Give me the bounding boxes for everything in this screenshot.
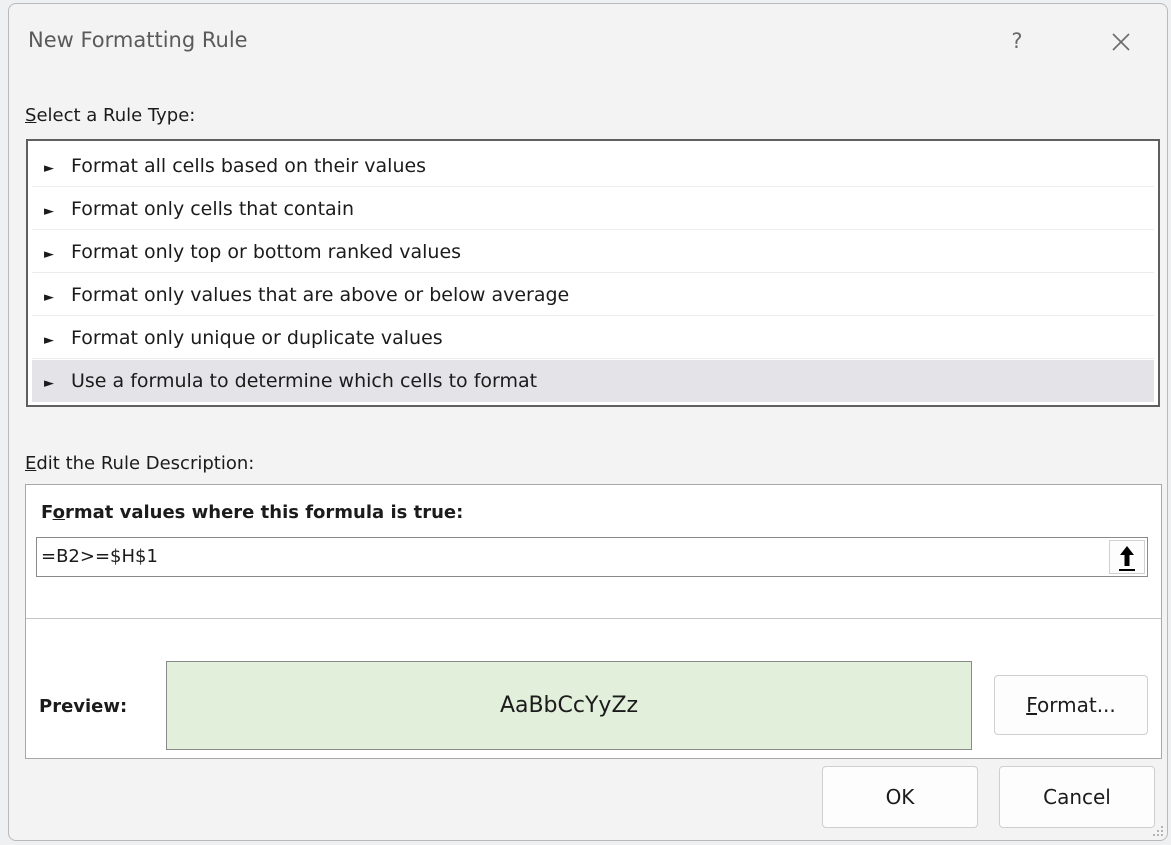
rule-item-above-below-average[interactable]: ► Format only values that are above or be… (32, 274, 1154, 316)
rule-type-list[interactable]: ► Format all cells based on their values … (26, 139, 1160, 407)
rule-item-use-formula[interactable]: ► Use a formula to determine which cells … (32, 360, 1154, 402)
close-button[interactable] (1091, 16, 1147, 66)
arrow-right-icon: ► (44, 204, 54, 219)
rule-item-label: Format only cells that contain (71, 198, 355, 220)
rule-item-cells-contain[interactable]: ► Format only cells that contain (32, 188, 1154, 230)
rule-description-label: Edit the Rule Description: (25, 453, 254, 474)
rule-item-label: Use a formula to determine which cells t… (71, 370, 538, 392)
arrow-right-icon: ► (44, 333, 54, 348)
rule-type-label-text: elect a Rule Type: (36, 105, 196, 126)
formula-value[interactable]: =B2>=$H$1 (41, 546, 158, 567)
help-button[interactable]: ? (989, 16, 1045, 66)
formula-heading-text: rmat values where this formula is true: (64, 502, 464, 523)
arrow-right-icon: ► (44, 376, 54, 391)
formula-input[interactable]: =B2>=$H$1 (36, 537, 1148, 577)
title-bar: New Formatting Rule ? (9, 4, 1167, 76)
format-button[interactable]: Format... (994, 675, 1148, 735)
collapse-dialog-button[interactable] (1109, 540, 1145, 574)
arrow-right-icon: ► (44, 290, 54, 305)
format-access-key: F (1026, 693, 1038, 717)
close-icon (1112, 33, 1130, 51)
rule-item-unique-duplicate[interactable]: ► Format only unique or duplicate values (32, 317, 1154, 359)
rule-description-label-text: dit the Rule Description: (36, 453, 255, 474)
formula-heading-access-key: o (52, 502, 65, 523)
rule-type-label: Select a Rule Type: (25, 105, 195, 126)
rule-description-access-key: E (25, 453, 37, 474)
ok-button[interactable]: OK (822, 766, 978, 828)
format-button-label: ormat... (1037, 693, 1116, 717)
new-formatting-rule-dialog: New Formatting Rule ? Select a Rule Type… (8, 3, 1168, 841)
rule-item-top-bottom[interactable]: ► Format only top or bottom ranked values (32, 231, 1154, 273)
formula-heading-start: F (41, 502, 53, 523)
arrow-up-icon (1119, 546, 1135, 571)
cancel-button[interactable]: Cancel (999, 766, 1155, 828)
rule-item-all-cells[interactable]: ► Format all cells based on their values (32, 145, 1154, 187)
rule-type-access-key: S (25, 105, 37, 126)
rule-item-label: Format only values that are above or bel… (71, 284, 570, 306)
divider (26, 618, 1161, 619)
formula-heading: Format values where this formula is true… (41, 502, 463, 523)
rule-item-label: Format only unique or duplicate values (71, 327, 443, 349)
resize-grip-icon[interactable] (1152, 825, 1164, 837)
preview-label: Preview: (39, 696, 128, 717)
dialog-title: New Formatting Rule (28, 28, 248, 52)
arrow-right-icon: ► (44, 161, 54, 176)
rule-item-label: Format all cells based on their values (71, 155, 427, 177)
rule-item-label: Format only top or bottom ranked values (71, 241, 462, 263)
rule-description-panel: Format values where this formula is true… (25, 484, 1162, 759)
arrow-right-icon: ► (44, 247, 54, 262)
format-preview: AaBbCcYyZz (166, 661, 972, 750)
